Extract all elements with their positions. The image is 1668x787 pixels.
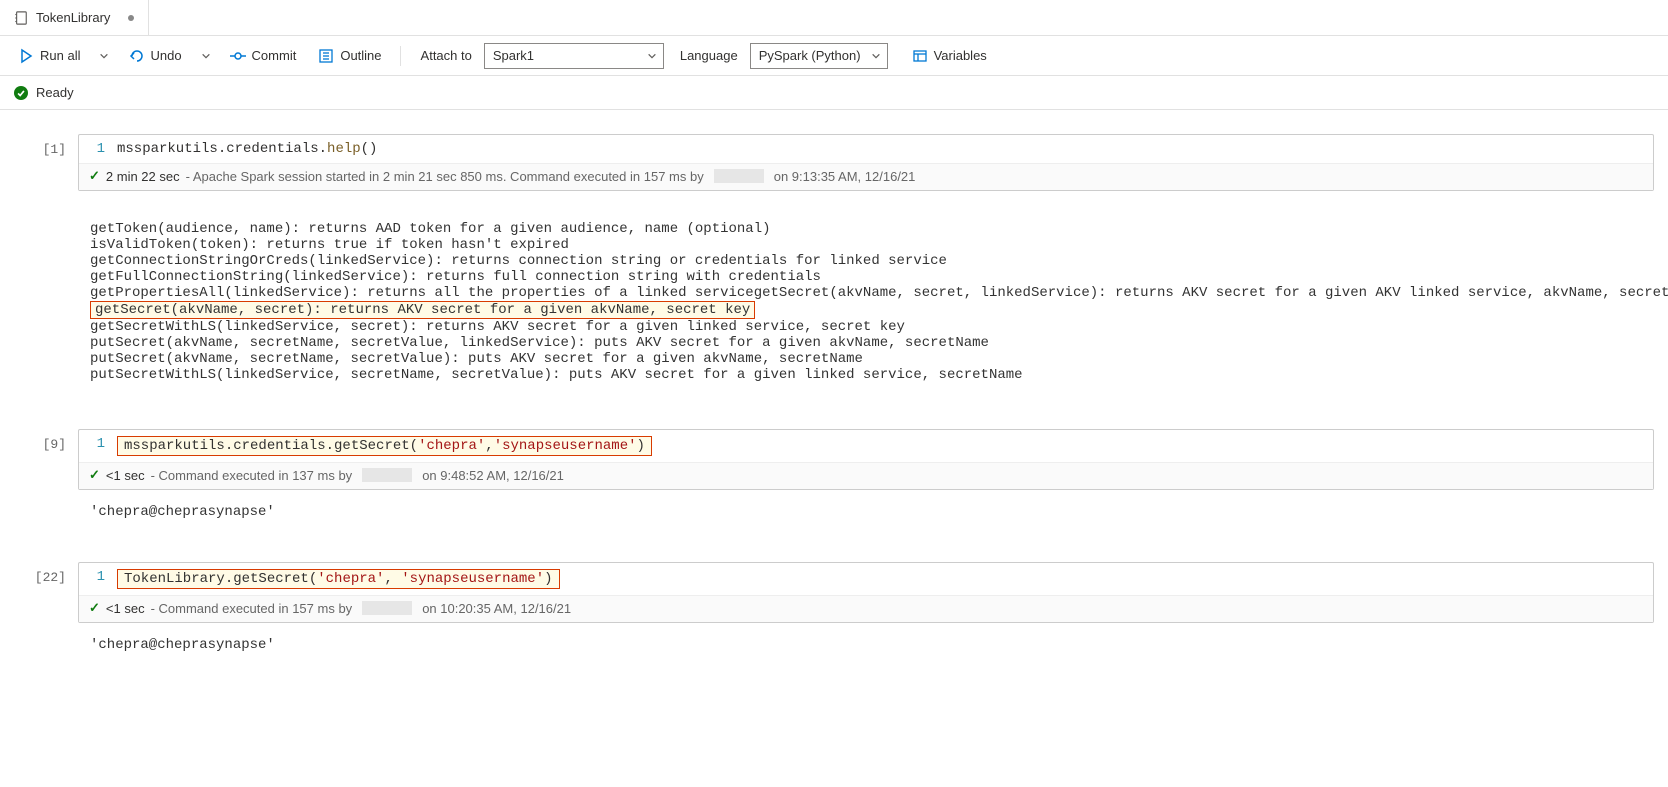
help-line: getSecretWithLS(linkedService, secret): …	[90, 319, 905, 335]
undo-label: Undo	[150, 48, 181, 63]
exec-msg: - Apache Spark session started in 2 min …	[186, 169, 704, 184]
exec-msg: - Command executed in 157 ms by	[151, 601, 353, 616]
help-line: getToken(audience, name): returns AAD to…	[90, 221, 771, 237]
chevron-down-icon	[871, 51, 881, 61]
commit-button[interactable]: Commit	[222, 42, 305, 70]
cell-22-label: [22]	[0, 562, 78, 623]
cell-1-output: getToken(audience, name): returns AAD to…	[0, 195, 1668, 423]
notebook-icon	[14, 11, 28, 25]
variables-label: Variables	[934, 48, 987, 63]
help-line: putSecretWithLS(linkedService, secretNam…	[90, 367, 1023, 383]
help-line-highlighted: getSecret(akvName, secret): returns AKV …	[90, 301, 755, 319]
commit-icon	[230, 48, 246, 64]
exec-time: 2 min 22 sec	[106, 169, 180, 184]
cell-1-code[interactable]: 1 mssparkutils.credentials.help()	[79, 135, 1653, 163]
code-content: TokenLibrary.getSecret('chepra', 'synaps…	[117, 569, 560, 589]
attach-to-label: Attach to	[411, 48, 478, 63]
cell-9: [9] 1 mssparkutils.credentials.getSecret…	[0, 423, 1668, 494]
cell-22-code[interactable]: 1 TokenLibrary.getSecret('chepra', 'syna…	[79, 563, 1653, 595]
status-text: Ready	[36, 85, 74, 100]
exec-time: <1 sec	[106, 601, 145, 616]
undo-dropdown[interactable]	[196, 42, 216, 70]
help-line: putSecret(akvName, secretName, secretVal…	[90, 335, 989, 351]
attach-to-value: Spark1	[493, 48, 534, 63]
check-icon: ✓	[89, 467, 100, 483]
tab-title: TokenLibrary	[36, 10, 110, 25]
exec-msg: - Command executed in 137 ms by	[151, 468, 353, 483]
exec-tail: on 9:13:35 AM, 12/16/21	[774, 169, 916, 184]
status-ready-icon	[14, 86, 28, 100]
username-redacted	[714, 169, 764, 183]
help-line: getPropertiesAll(linkedService): returns…	[90, 285, 1668, 301]
username-redacted	[362, 468, 412, 482]
cell-1: [1] 1 mssparkutils.credentials.help() ✓ …	[0, 128, 1668, 195]
undo-icon	[128, 48, 144, 64]
help-line: isValidToken(token): returns true if tok…	[90, 237, 569, 253]
notebook-area: [1] 1 mssparkutils.credentials.help() ✓ …	[0, 110, 1668, 717]
outline-label: Outline	[340, 48, 381, 63]
cell-22: [22] 1 TokenLibrary.getSecret('chepra', …	[0, 556, 1668, 627]
code-content: mssparkutils.credentials.getSecret('chep…	[117, 436, 652, 456]
cell-22-output: 'chepra@cheprasynapse'	[0, 627, 1668, 677]
line-number: 1	[89, 569, 117, 589]
help-line: getFullConnectionString(linkedService): …	[90, 269, 821, 285]
language-value: PySpark (Python)	[759, 48, 861, 63]
attach-to-select[interactable]: Spark1	[484, 43, 664, 69]
help-line: getConnectionStringOrCreds(linkedService…	[90, 253, 947, 269]
tab-bar: TokenLibrary	[0, 0, 1668, 36]
chevron-down-icon	[647, 51, 657, 61]
exec-tail: on 9:48:52 AM, 12/16/21	[422, 468, 564, 483]
cell-1-status: ✓ 2 min 22 sec - Apache Spark session st…	[79, 163, 1653, 190]
variables-icon	[912, 48, 928, 64]
cell-9-label: [9]	[0, 429, 78, 490]
help-line: putSecret(akvName, secretName, secretVal…	[90, 351, 863, 367]
run-all-button[interactable]: Run all	[10, 42, 88, 70]
unsaved-dot-icon	[128, 15, 134, 21]
cell-22-body: 1 TokenLibrary.getSecret('chepra', 'syna…	[78, 562, 1654, 623]
exec-tail: on 10:20:35 AM, 12/16/21	[422, 601, 571, 616]
exec-time: <1 sec	[106, 468, 145, 483]
language-label: Language	[670, 48, 744, 63]
variables-button[interactable]: Variables	[904, 42, 995, 70]
cell-1-body: 1 mssparkutils.credentials.help() ✓ 2 mi…	[78, 134, 1654, 191]
language-select[interactable]: PySpark (Python)	[750, 43, 888, 69]
line-number: 1	[89, 141, 117, 157]
username-redacted	[362, 601, 412, 615]
check-icon: ✓	[89, 600, 100, 616]
run-all-label: Run all	[40, 48, 80, 63]
line-number: 1	[89, 436, 117, 456]
cell-9-output: 'chepra@cheprasynapse'	[0, 494, 1668, 556]
toolbar-separator	[400, 46, 401, 66]
outline-button[interactable]: Outline	[310, 42, 389, 70]
tab-tokenlibrary[interactable]: TokenLibrary	[0, 0, 149, 35]
cell-9-status: ✓ <1 sec - Command executed in 137 ms by…	[79, 462, 1653, 489]
cell-1-label: [1]	[0, 134, 78, 191]
cell-9-code[interactable]: 1 mssparkutils.credentials.getSecret('ch…	[79, 430, 1653, 462]
outline-icon	[318, 48, 334, 64]
cell-22-status: ✓ <1 sec - Command executed in 157 ms by…	[79, 595, 1653, 622]
run-all-dropdown[interactable]	[94, 42, 114, 70]
toolbar: Run all Undo Commit Outline Attach to Sp…	[0, 36, 1668, 76]
check-icon: ✓	[89, 168, 100, 184]
code-content: mssparkutils.credentials.help()	[117, 141, 377, 157]
play-icon	[18, 48, 34, 64]
undo-button[interactable]: Undo	[120, 42, 189, 70]
status-bar: Ready	[0, 76, 1668, 110]
cell-9-body: 1 mssparkutils.credentials.getSecret('ch…	[78, 429, 1654, 490]
commit-label: Commit	[252, 48, 297, 63]
